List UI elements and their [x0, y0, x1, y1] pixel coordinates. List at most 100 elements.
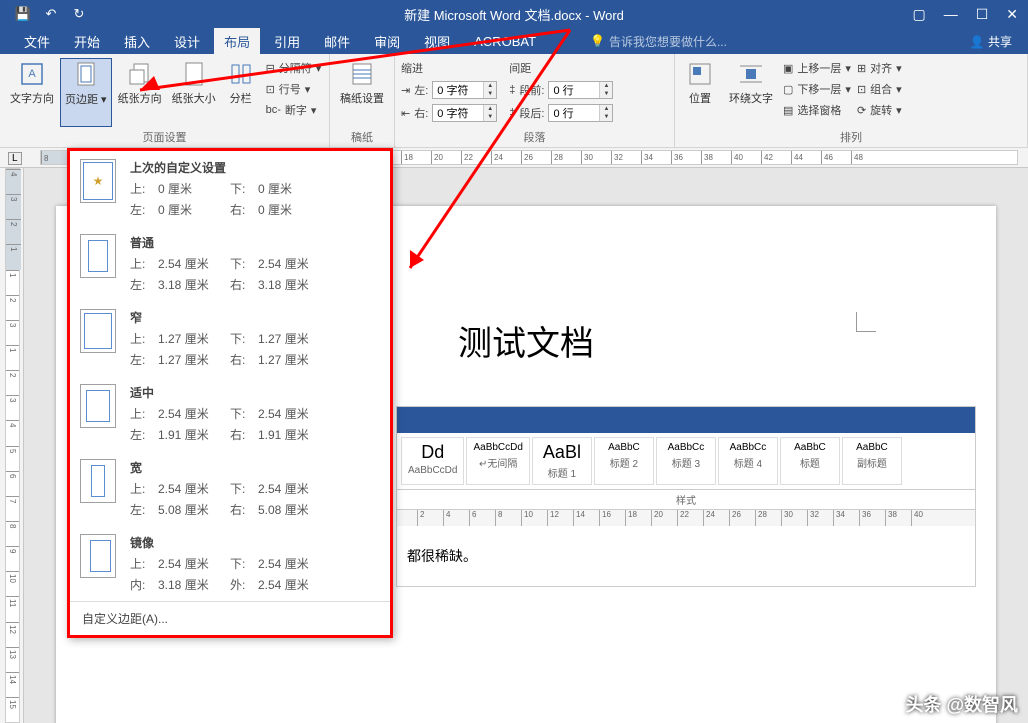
ruler-v-tick: 1	[6, 345, 19, 370]
emb-ruler-tick: 40	[911, 510, 937, 526]
emb-ruler-tick: 32	[807, 510, 833, 526]
ruler-v-tick: 6	[6, 471, 19, 496]
ruler-v-tick: 4	[6, 420, 19, 445]
close-icon[interactable]: ✕	[1006, 6, 1018, 23]
ruler-v-tick: 15	[6, 697, 19, 722]
ruler-v-tick: 2	[6, 219, 21, 244]
emb-ruler-tick: 10	[521, 510, 547, 526]
ruler-tick: 40	[731, 151, 761, 164]
rotate-button[interactable]: ⟳ 旋转 ▾	[857, 100, 902, 120]
ruler-v-tick: 3	[6, 194, 21, 219]
page-corner-mark	[856, 312, 876, 332]
annotation-arrow-1	[100, 20, 600, 280]
emb-ruler-tick: 2	[417, 510, 443, 526]
position-button[interactable]: 位置	[681, 58, 719, 120]
custom-margins-button[interactable]: 自定义边距(A)...	[70, 601, 390, 635]
style-box[interactable]: AaBbC标题 2	[594, 437, 654, 485]
ruler-tick: 42	[761, 151, 791, 164]
emb-ruler-tick: 22	[677, 510, 703, 526]
spacing-before-down[interactable]: ▼	[600, 90, 612, 98]
emb-ruler-tick: 16	[599, 510, 625, 526]
margin-option[interactable]: 适中 上:2.54 厘米下:2.54 厘米 左:1.91 厘米右:1.91 厘米	[70, 376, 390, 451]
emb-ruler-tick: 38	[885, 510, 911, 526]
tell-me[interactable]: 💡告诉我您想要做什么...	[590, 33, 727, 50]
ruler-v-tick: 2	[6, 370, 19, 395]
emb-ruler-tick: 26	[729, 510, 755, 526]
embedded-screenshot: DdAaBbCcDdAaBbCcDd↵无间隔AaBl标题 1AaBbC标题 2A…	[396, 406, 976, 587]
text-direction-button[interactable]: A 文字方向	[6, 58, 58, 127]
embedded-text: 都很稀缺。	[397, 526, 975, 586]
ruler-tick: 34	[641, 151, 671, 164]
ruler-tick: 48	[851, 151, 881, 164]
style-box[interactable]: DdAaBbCcDd	[401, 437, 464, 485]
ruler-v-tick: 12	[6, 622, 19, 647]
selection-pane-button[interactable]: ▤ 选择窗格	[783, 100, 851, 120]
l-marker: L	[8, 152, 22, 165]
ruler-v-tick: 8	[6, 521, 19, 546]
ruler-v-tick: 5	[6, 446, 19, 471]
ruler-v-tick: 1	[6, 270, 19, 295]
ruler-v-tick: 3	[6, 395, 19, 420]
style-box[interactable]: AaBbCc标题 3	[656, 437, 716, 485]
ruler-v-tick: 11	[6, 596, 19, 621]
svg-text:A: A	[28, 68, 36, 80]
emb-ruler-tick: 6	[469, 510, 495, 526]
margin-option[interactable]: 窄 上:1.27 厘米下:1.27 厘米 左:1.27 厘米右:1.27 厘米	[70, 301, 390, 376]
text-direction-icon: A	[18, 60, 46, 88]
ruler-tick: 32	[611, 151, 641, 164]
ribbon-options-icon[interactable]: ▢	[912, 6, 925, 23]
share-button[interactable]: 👤 共享	[970, 33, 1012, 50]
margins-icon	[72, 61, 100, 89]
emb-ruler-tick: 8	[495, 510, 521, 526]
ruler-tick: 46	[821, 151, 851, 164]
vertical-ruler: 4321123123456789101112131415	[0, 168, 24, 723]
ruler-tick: 44	[791, 151, 821, 164]
spacing-after-down[interactable]: ▼	[600, 113, 612, 121]
send-backward-button[interactable]: ▢ 下移一层 ▾	[783, 79, 851, 99]
embedded-titlebar	[397, 407, 975, 433]
group-button[interactable]: ⊡ 组合 ▾	[857, 79, 902, 99]
style-box[interactable]: AaBbC标题	[780, 437, 840, 485]
ruler-v-tick: 9	[6, 546, 19, 571]
style-box[interactable]: AaBbC副标题	[842, 437, 902, 485]
emb-ruler-tick: 12	[547, 510, 573, 526]
emb-ruler-tick: 20	[651, 510, 677, 526]
spacing-before-up[interactable]: ▲	[600, 82, 612, 90]
emb-ruler-tick: 36	[859, 510, 885, 526]
margin-option[interactable]: 宽 上:2.54 厘米下:2.54 厘米 左:5.08 厘米右:5.08 厘米	[70, 451, 390, 526]
ruler-v-tick: 2	[6, 295, 19, 320]
ruler-v-tick: 7	[6, 496, 19, 521]
tab-file[interactable]: 文件	[14, 28, 60, 55]
maximize-icon[interactable]: ☐	[976, 6, 989, 23]
ruler-v-tick: 14	[6, 672, 19, 697]
wrap-text-button[interactable]: 环绕文字	[725, 58, 777, 120]
save-icon[interactable]: 💾	[16, 7, 30, 21]
emb-ruler-tick: 18	[625, 510, 651, 526]
style-box[interactable]: AaBbCc标题 4	[718, 437, 778, 485]
wrap-icon	[737, 60, 765, 88]
margin-option[interactable]: 镜像 上:2.54 厘米下:2.54 厘米 内:3.18 厘米外:2.54 厘米	[70, 526, 390, 601]
ruler-v-tick: 10	[6, 571, 19, 596]
ruler-tick: 36	[671, 151, 701, 164]
emb-ruler-tick: 30	[781, 510, 807, 526]
style-box[interactable]: AaBl标题 1	[532, 437, 592, 485]
spacing-after-up[interactable]: ▲	[600, 105, 612, 113]
styles-label: 样式	[397, 490, 975, 510]
position-icon	[686, 60, 714, 88]
emb-ruler-tick: 14	[573, 510, 599, 526]
bring-forward-button[interactable]: ▣ 上移一层 ▾	[783, 58, 851, 78]
style-box[interactable]: AaBbCcDd↵无间隔	[466, 437, 529, 485]
ruler-v-tick: 1	[6, 244, 21, 269]
emb-ruler-tick: 24	[703, 510, 729, 526]
align-button[interactable]: ⊞ 对齐 ▾	[857, 58, 902, 78]
redo-icon[interactable]: ↻	[72, 7, 86, 21]
arrange-group-label: 排列	[681, 129, 1021, 145]
emb-ruler-tick: 28	[755, 510, 781, 526]
watermark: 头条 @数智风	[905, 691, 1018, 717]
emb-ruler-tick: 4	[443, 510, 469, 526]
ruler-tick: 38	[701, 151, 731, 164]
minimize-icon[interactable]: —	[944, 6, 958, 23]
ruler-v-tick: 13	[6, 647, 19, 672]
emb-ruler-tick: 34	[833, 510, 859, 526]
undo-icon[interactable]: ↶	[44, 7, 58, 21]
